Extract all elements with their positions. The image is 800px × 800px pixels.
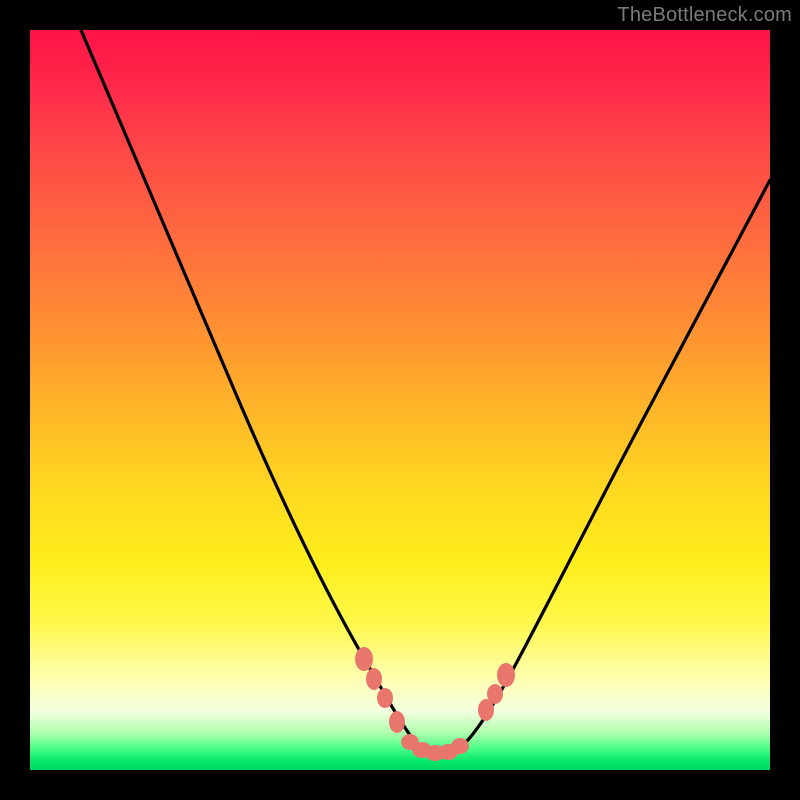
curve-markers xyxy=(355,647,515,761)
marker-dot xyxy=(355,647,373,671)
bottleneck-curve xyxy=(81,30,770,754)
marker-dot xyxy=(377,688,393,708)
marker-dot xyxy=(389,711,405,733)
marker-dot xyxy=(451,738,469,754)
marker-dot xyxy=(366,668,382,690)
chart-svg xyxy=(30,30,770,770)
chart-frame: TheBottleneck.com xyxy=(0,0,800,800)
chart-plot-area xyxy=(30,30,770,770)
marker-dot xyxy=(487,684,503,704)
marker-dot xyxy=(497,663,515,687)
watermark-text: TheBottleneck.com xyxy=(617,4,792,27)
